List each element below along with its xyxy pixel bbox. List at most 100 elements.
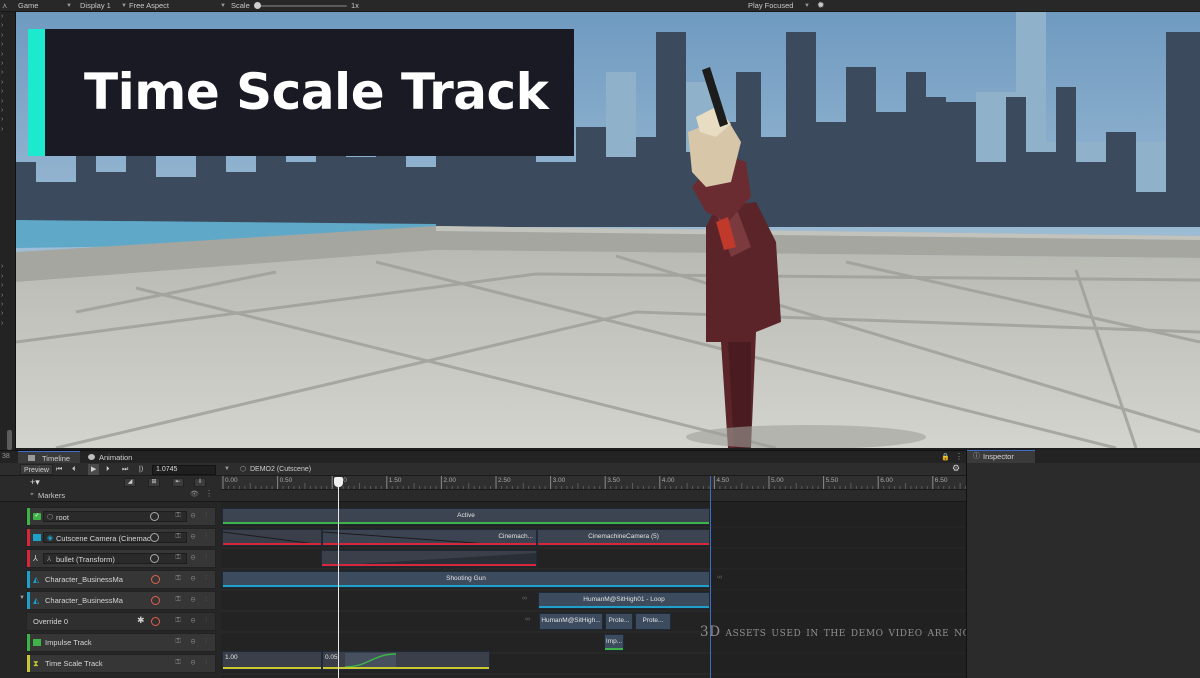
chevron-right-icon[interactable]: › [0,50,15,59]
chevron-right-icon[interactable]: › [0,309,15,318]
play-icon[interactable]: ▶ [88,464,100,475]
tab-inspector[interactable]: ⓘ Inspector [967,450,1035,463]
animation-icon [88,454,95,460]
aspect-dropdown[interactable]: Free Aspect [129,1,169,11]
scale-slider-handle[interactable] [254,2,261,9]
chevron-right-icon[interactable]: › [0,12,15,21]
previous-frame-icon[interactable]: ⏴ [72,464,76,475]
clip-impulse[interactable]: Imp... [604,634,624,651]
chevron-right-icon[interactable]: › [0,97,15,106]
clip-area[interactable]: Active Cinemach... CinemachineCamera (5)… [221,502,966,678]
game-tab[interactable]: Game [18,1,38,11]
chevron-right-icon[interactable]: › [0,87,15,96]
play-mode-dropdown[interactable]: Play Focused [748,1,793,11]
track-controls[interactable]: ⚿ ⊖ ⋮ [175,617,211,625]
track-controls[interactable]: ⚿ ⊖ ⋮ [175,659,211,667]
track-header-character-2[interactable]: ◭ Character_BusinessMa ⚿ ⊖ ⋮ [26,591,216,610]
clip-camera-blend[interactable] [222,529,322,546]
play-range-icon[interactable]: |⟩ [139,464,144,475]
time-ruler[interactable]: 0.000.501.001.502.002.503.003.504.004.50… [221,476,966,490]
checkbox-icon[interactable]: ✓ [33,513,41,520]
chevron-right-icon[interactable]: › [0,319,15,328]
track-header-time-scale[interactable]: ⧗ Time Scale Track ⚿ ⊖ ⋮ [26,654,216,673]
avatar-mask-icon[interactable]: ✱ [137,615,145,626]
chevron-right-icon[interactable]: › [0,59,15,68]
record-icon[interactable] [151,575,160,584]
track-controls[interactable]: ⚿ ⊖ ⋮ [175,596,211,604]
track-controls[interactable]: ⚿ ⊖ ⋮ [175,512,211,520]
clip-override-sithigh[interactable]: HumanM@SitHigh... [539,613,603,630]
clip-cinemachine-camera[interactable]: CinemachineCamera (5) [537,529,710,546]
clip-timescale-1[interactable]: 1.00 [222,651,322,670]
add-track-icon[interactable]: +▾ [30,477,40,488]
go-to-end-icon[interactable]: ⏭ [122,464,128,475]
chevron-right-icon[interactable]: › [0,125,15,134]
track-controls[interactable]: ⚿ ⊖ ⋮ [175,533,211,541]
track-controls[interactable]: ⚿ ⊖ ⋮ [175,575,211,583]
track-controls[interactable]: ⚿ ⊖ ⋮ [175,554,211,562]
chevron-right-icon[interactable]: › [0,300,15,309]
track-binding-field[interactable]: ⬡ root [43,511,187,522]
clip-active[interactable]: Active [222,508,710,525]
chevron-right-icon[interactable]: › [0,262,15,271]
chevron-right-icon[interactable]: › [0,106,15,115]
more-menu-icon[interactable]: ⋮ [955,452,963,461]
ripple-mode-icon[interactable]: ⇤ [172,478,184,487]
preview-toggle[interactable]: Preview [20,464,53,475]
chevron-right-icon[interactable]: › [0,40,15,49]
chevron-right-icon[interactable]: › [0,78,15,87]
chevron-down-icon[interactable]: ▼ [224,464,230,475]
track-header-character-1[interactable]: ◭ Character_BusinessMa ⚿ ⊖ ⋮ [26,570,216,589]
clip-bullet-transform[interactable] [321,550,537,567]
clip-timescale-2[interactable]: 0.05 [322,651,490,670]
clip-override-prote-2[interactable]: Prote... [635,613,671,630]
lock-icon[interactable]: 🔒 [941,453,950,461]
mix-mode-icon[interactable]: ⇩ [194,478,206,487]
track-header-root[interactable]: ✓ ⬡ root ⚿ ⊖ ⋮ [26,507,216,526]
clip-shooting-gun[interactable]: Shooting Gun [222,571,710,588]
next-frame-icon[interactable]: ⏵ [106,464,110,475]
clip-cinemach[interactable]: Cinemach... [322,529,537,546]
track-controls[interactable]: ⚿ ⊖ ⋮ [175,638,211,646]
clip-override-prote-1[interactable]: Prote... [605,613,633,630]
chevron-right-icon[interactable]: › [0,272,15,281]
track-header-override[interactable]: Override 0 ✱ ⚿ ⊖ ⋮ [26,612,216,631]
playhead-handle[interactable] [334,477,343,487]
display-dropdown[interactable]: Display 1 [80,1,111,11]
object-picker-icon[interactable] [150,554,159,563]
record-icon[interactable] [151,617,160,626]
current-time-field[interactable]: 1.0745 [152,465,216,475]
track-binding-field[interactable]: ◉ Cutscene Camera (Cinemac [43,532,187,543]
track-header-cutscene-camera[interactable]: ◉ Cutscene Camera (Cinemac ⚿ ⊖ ⋮ [26,528,216,547]
title-accent-bar [28,29,45,156]
object-picker-icon[interactable] [150,533,159,542]
record-icon[interactable] [151,596,160,605]
expand-arrow-icon[interactable]: ▼ [19,595,25,601]
timeline-settings-gear-icon[interactable]: ⚙ [952,463,960,474]
track-binding-field[interactable]: ⅄ bullet (Transform) [43,553,187,564]
chevron-right-icon[interactable]: › [0,68,15,77]
scrollbar-thumb[interactable] [7,430,12,450]
chevron-right-icon[interactable]: › [0,31,15,40]
chevron-right-icon[interactable]: › [0,115,15,124]
chevron-right-icon[interactable]: › [0,21,15,30]
go-to-start-icon[interactable]: ⏮ [56,464,62,475]
transform-icon: ⅄ [33,554,38,563]
markers-menu-icon[interactable]: ⋮ [205,489,213,498]
chevron-right-icon[interactable]: › [0,291,15,300]
clip-sithigh-loop[interactable]: HumanM@SitHigh01 - Loop [538,592,710,609]
track-header-bullet[interactable]: ⅄ ⅄ bullet (Transform) ⚿ ⊖ ⋮ [26,549,216,568]
object-picker-icon[interactable] [150,512,159,521]
settings-gear-icon[interactable]: ✹ [817,0,825,10]
scale-slider[interactable] [257,5,347,7]
tab-animation-label: Animation [99,453,133,462]
chevron-right-icon[interactable]: › [0,281,15,290]
camera-icon: ◉ [47,535,54,542]
timeline-asset-name[interactable]: DEMO2 (Cutscene) [250,464,311,475]
track-header-impulse[interactable]: Impulse Track ⚿ ⊖ ⋮ [26,633,216,652]
snap-toggle-icon[interactable]: ⊞ [148,478,160,487]
clip-label: 0.05 [325,654,338,661]
markers-visibility-icon[interactable]: 👁 [190,490,199,498]
game-viewport[interactable]: Time Scale Track [16,12,1200,448]
curves-toggle-icon[interactable]: ◢ [124,478,136,487]
